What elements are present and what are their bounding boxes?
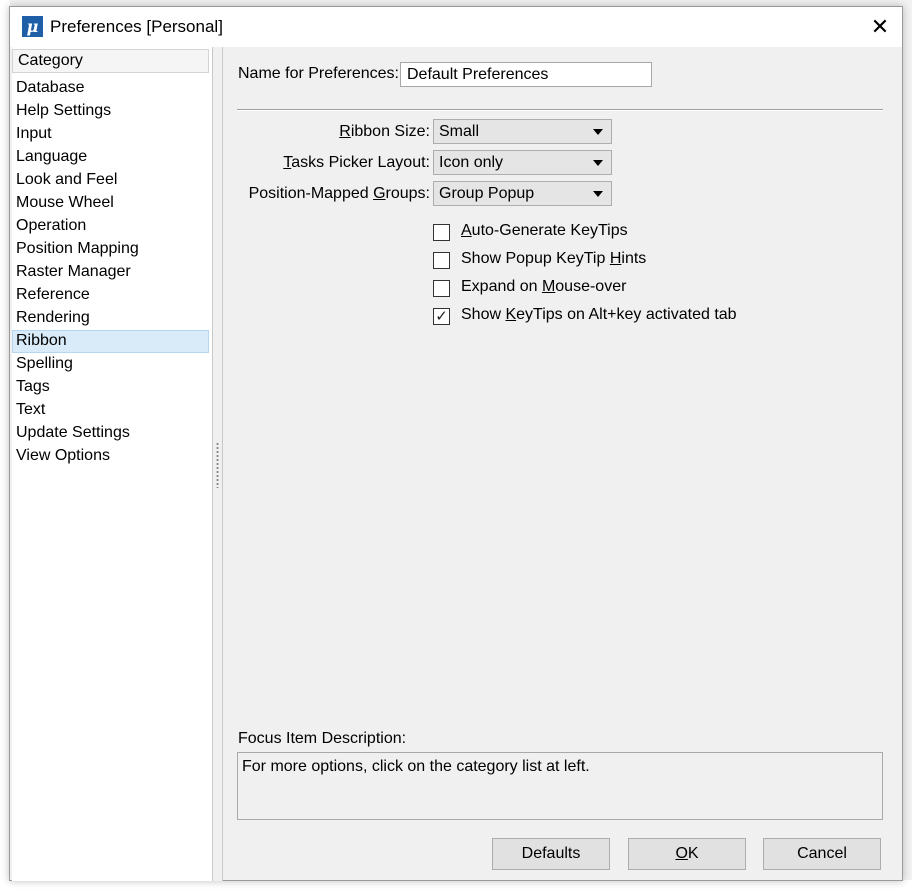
- checkbox-box[interactable]: [433, 224, 450, 241]
- checkbox-box[interactable]: ✓: [433, 308, 450, 325]
- focus-item-description-label: Focus Item Description:: [238, 730, 407, 747]
- tasks-picker-layout-label: Tasks Picker Layout:: [283, 154, 430, 171]
- category-item-operation[interactable]: Operation: [12, 215, 209, 238]
- category-item-rendering[interactable]: Rendering: [12, 307, 209, 330]
- checkbox-label: Show Popup KeyTip Hints: [461, 250, 647, 267]
- close-button[interactable]: ✕: [864, 11, 896, 43]
- category-item-position-mapping[interactable]: Position Mapping: [12, 238, 209, 261]
- chevron-down-icon: [593, 129, 603, 135]
- tasks-picker-layout-value: Icon only: [439, 154, 504, 171]
- window-title: Preferences [Personal]: [50, 17, 223, 36]
- app-logo-icon: μ: [22, 16, 43, 37]
- category-header[interactable]: Category: [12, 49, 209, 73]
- position-mapped-groups-dropdown[interactable]: Group Popup: [433, 181, 612, 206]
- preferences-dialog: μ Preferences [Personal] ✕ Category Data…: [9, 6, 903, 881]
- splitter-grip-icon[interactable]: [216, 442, 219, 488]
- cancel-button[interactable]: Cancel: [763, 838, 881, 870]
- close-icon: ✕: [870, 14, 890, 39]
- checkbox-label: Show KeyTips on Alt+key activated tab: [461, 306, 737, 323]
- category-item-view-options[interactable]: View Options: [12, 445, 209, 468]
- pane-splitter[interactable]: [213, 47, 223, 881]
- category-item-ribbon[interactable]: Ribbon: [12, 330, 209, 353]
- category-item-spelling[interactable]: Spelling: [12, 353, 209, 376]
- category-item-reference[interactable]: Reference: [12, 284, 209, 307]
- checkbox-label: Auto-Generate KeyTips: [461, 222, 628, 239]
- name-for-preferences-input[interactable]: Default Preferences: [400, 62, 652, 87]
- tasks-picker-layout-dropdown[interactable]: Icon only: [433, 150, 612, 175]
- defaults-button[interactable]: Defaults: [492, 838, 610, 870]
- category-item-tags[interactable]: Tags: [12, 376, 209, 399]
- section-divider: [237, 109, 883, 111]
- ribbon-size-dropdown[interactable]: Small: [433, 119, 612, 144]
- category-item-database[interactable]: Database: [12, 77, 209, 100]
- chevron-down-icon: [593, 191, 603, 197]
- name-for-preferences-label: Name for Preferences:: [238, 65, 399, 82]
- ribbon-size-value: Small: [439, 123, 480, 140]
- category-item-help-settings[interactable]: Help Settings: [12, 100, 209, 123]
- category-item-mouse-wheel[interactable]: Mouse Wheel: [12, 192, 209, 215]
- category-item-language[interactable]: Language: [12, 146, 209, 169]
- position-mapped-groups-label: Position-Mapped Groups:: [248, 185, 430, 202]
- ribbon-size-label: Ribbon Size:: [339, 123, 430, 140]
- ok-button[interactable]: OK: [628, 838, 746, 870]
- checkbox-box[interactable]: [433, 280, 450, 297]
- chevron-down-icon: [593, 160, 603, 166]
- checkbox-box[interactable]: [433, 252, 450, 269]
- title-bar[interactable]: μ Preferences [Personal] ✕: [10, 7, 902, 47]
- category-item-input[interactable]: Input: [12, 123, 209, 146]
- checkbox-label: Expand on Mouse-over: [461, 278, 627, 295]
- background-strip-bottom: [0, 880, 912, 893]
- ribbon-settings-panel: Name for Preferences: Default Preference…: [224, 47, 902, 881]
- category-pane: Category Database Help Settings Input Langu…: [12, 47, 213, 881]
- category-list: Database Help Settings Input Language Look a…: [12, 77, 212, 468]
- category-item-look-and-feel[interactable]: Look and Feel: [12, 169, 209, 192]
- category-item-update-settings[interactable]: Update Settings: [12, 422, 209, 445]
- position-mapped-groups-value: Group Popup: [439, 185, 535, 202]
- category-item-raster-manager[interactable]: Raster Manager: [12, 261, 209, 284]
- category-item-text[interactable]: Text: [12, 399, 209, 422]
- focus-item-description-box: For more options, click on the category …: [237, 752, 883, 820]
